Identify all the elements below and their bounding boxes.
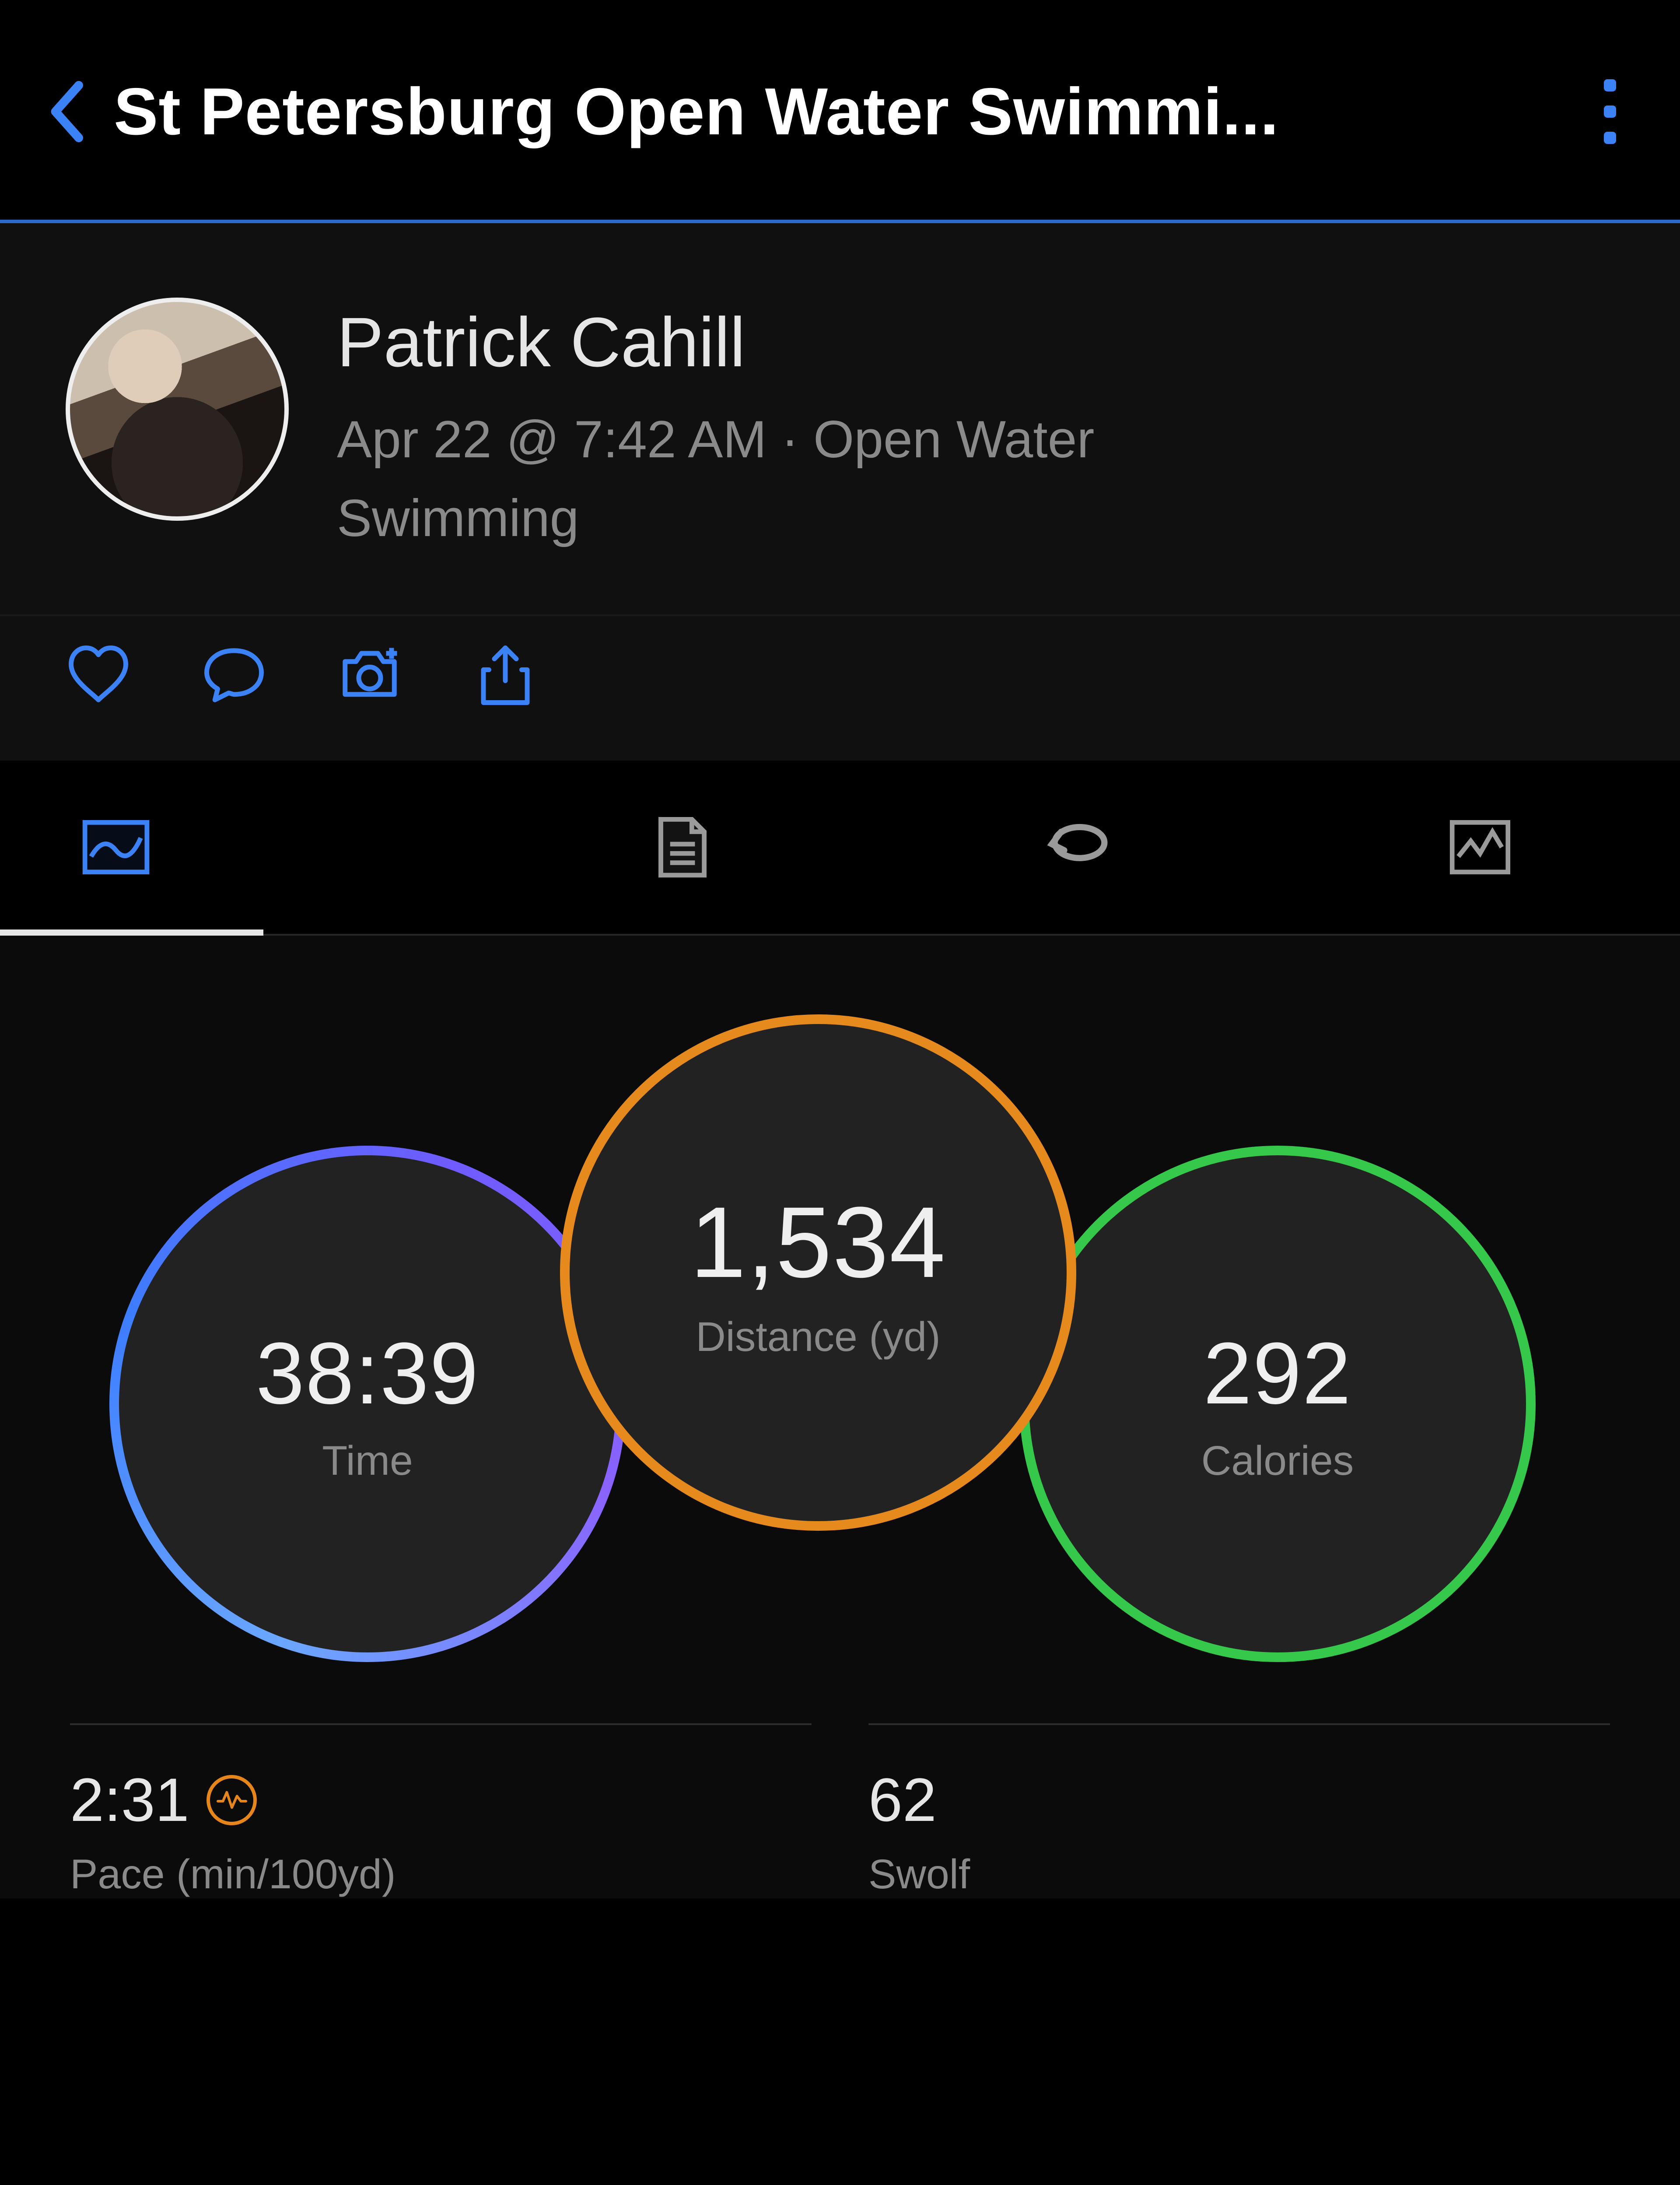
tab-laps[interactable] (879, 761, 1280, 934)
stat-pace-value: 2:31 (70, 1764, 189, 1835)
metric-circles: 38:39 Time 292 Calories 1,534 Distance (… (0, 936, 1680, 1723)
tab-map[interactable] (0, 761, 479, 934)
more-dot-icon (1604, 79, 1616, 91)
more-dot-icon (1604, 105, 1616, 118)
metric-distance-label: Distance (yd) (696, 1313, 941, 1361)
metric-time[interactable]: 38:39 Time (109, 1146, 626, 1662)
stat-swolf-label: Swolf (868, 1851, 1610, 1898)
more-menu-button[interactable] (1584, 72, 1636, 151)
metric-distance[interactable]: 1,534 Distance (yd) (560, 1014, 1076, 1531)
metric-distance-value: 1,534 (690, 1184, 946, 1300)
stat-swolf[interactable]: 62 Swolf (868, 1723, 1610, 1898)
appbar-divider (0, 220, 1680, 223)
spark-icon (206, 1775, 257, 1825)
user-name[interactable]: Patrick Cahill (337, 302, 1299, 382)
stat-pace-label: Pace (min/100yd) (70, 1851, 812, 1898)
comment-button[interactable] (201, 642, 267, 708)
metric-time-label: Time (322, 1437, 413, 1485)
metric-calories-value: 292 (1203, 1323, 1352, 1424)
more-dot-icon (1604, 132, 1616, 144)
stat-swolf-value: 62 (868, 1764, 937, 1835)
activity-subtitle: Apr 22 @ 7:42 AM · Open Water Swimming (337, 400, 1299, 558)
tab-stats[interactable] (479, 761, 879, 934)
stat-pace[interactable]: 2:31 Pace (min/100yd) (70, 1723, 812, 1898)
metric-calories[interactable]: 292 Calories (1019, 1146, 1536, 1662)
activity-header-text: Patrick Cahill Apr 22 @ 7:42 AM · Open W… (337, 298, 1299, 558)
secondary-stats: 2:31 Pace (min/100yd) 62 Swolf (0, 1723, 1680, 1898)
tab-charts[interactable] (1280, 761, 1680, 934)
back-button[interactable] (35, 77, 105, 147)
page-title: St Petersburg Open Water Swimmi... (114, 74, 1566, 150)
like-button[interactable] (66, 642, 131, 708)
metric-calories-label: Calories (1201, 1437, 1354, 1485)
activity-header: Patrick Cahill Apr 22 @ 7:42 AM · Open W… (0, 223, 1680, 616)
share-button[interactable] (472, 642, 538, 708)
add-photo-button[interactable] (337, 642, 402, 708)
avatar[interactable] (66, 298, 289, 521)
tab-bar (0, 761, 1680, 936)
metric-time-value: 38:39 (256, 1323, 480, 1424)
app-bar: St Petersburg Open Water Swimmi... (0, 0, 1680, 223)
action-row (0, 616, 1680, 761)
